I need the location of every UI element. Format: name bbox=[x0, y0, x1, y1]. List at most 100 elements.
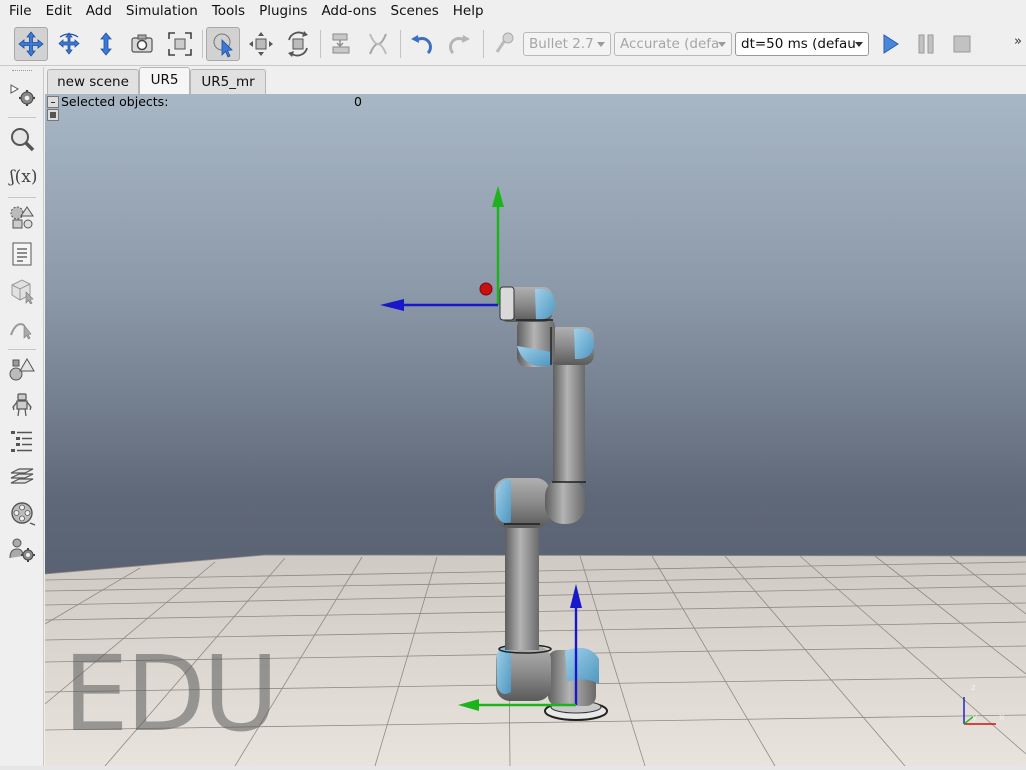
user-settings-icon bbox=[9, 538, 35, 562]
selected-objects-count: 0 bbox=[354, 94, 362, 109]
dynamics-toggle-icon bbox=[495, 32, 514, 53]
menu-simulation[interactable]: Simulation bbox=[119, 0, 205, 22]
physics-engine-value: Bullet 2.7 bbox=[529, 36, 594, 52]
camera-angle-button[interactable] bbox=[125, 27, 159, 61]
film-reel-icon bbox=[11, 502, 36, 526]
object-shift-button[interactable] bbox=[244, 27, 278, 61]
model-browser-button[interactable] bbox=[6, 123, 38, 155]
engine-accuracy-value: Accurate (defa bbox=[620, 36, 720, 52]
axis-z-label: z bbox=[971, 683, 976, 693]
tab-ur5-mr[interactable]: UR5_mr bbox=[190, 69, 266, 94]
timestep-value: dt=50 ms (defau bbox=[741, 36, 856, 52]
shapes-icon bbox=[10, 206, 34, 229]
assembly-button[interactable] bbox=[324, 27, 358, 61]
axis-y-label: y bbox=[972, 713, 978, 723]
undo-icon bbox=[411, 35, 432, 55]
layers-button[interactable] bbox=[6, 461, 38, 493]
edu-watermark: EDU bbox=[63, 633, 279, 755]
coppeliasim-window: { "menu": ["File", "Edit", "Add", "Simul… bbox=[0, 0, 1026, 770]
selection-button[interactable] bbox=[6, 353, 38, 385]
pause-simulation-icon bbox=[918, 34, 934, 54]
scene-hierarchy-button[interactable] bbox=[6, 201, 38, 233]
redo-icon bbox=[449, 35, 470, 55]
camera-angle-icon bbox=[131, 34, 153, 53]
tip-reference-frame bbox=[380, 186, 504, 311]
document-icon bbox=[12, 242, 32, 266]
menu-tools[interactable]: Tools bbox=[205, 0, 252, 22]
path-edit-icon bbox=[10, 323, 32, 340]
selected-objects-label: Selected objects: bbox=[61, 94, 169, 109]
ur5-robot[interactable] bbox=[494, 286, 608, 721]
chevron-down-icon bbox=[718, 42, 726, 47]
axis-x-label: x bbox=[999, 713, 1005, 723]
magnifier-icon bbox=[11, 128, 35, 152]
simulation-settings-button[interactable] bbox=[6, 79, 38, 111]
dynamics-toggle-button[interactable] bbox=[488, 27, 522, 61]
main-toolbar: Bullet 2.7 Accurate (defa dt=50 ms (defa… bbox=[0, 22, 1026, 66]
stop-simulation-button[interactable] bbox=[945, 27, 979, 61]
layers-icon bbox=[10, 468, 34, 484]
timestep-select[interactable]: dt=50 ms (defau bbox=[735, 32, 869, 56]
object-shift-icon bbox=[249, 32, 273, 56]
model-button[interactable] bbox=[6, 389, 38, 421]
fit-to-view-button[interactable] bbox=[163, 27, 197, 61]
engine-accuracy-select[interactable]: Accurate (defa bbox=[614, 32, 732, 56]
toggle-info-button[interactable] bbox=[47, 109, 59, 121]
simulation-settings-icon bbox=[10, 84, 35, 106]
click-select-button[interactable] bbox=[206, 27, 240, 61]
scene-tab-bar: new scene UR5 UR5_mr bbox=[45, 67, 1026, 94]
camera-rotate-icon bbox=[58, 32, 80, 55]
camera-rotate-button[interactable] bbox=[52, 27, 86, 61]
camera-shift-icon bbox=[100, 32, 112, 56]
undo-button[interactable] bbox=[405, 27, 439, 61]
chevron-down-icon bbox=[855, 42, 863, 47]
camera-shift-button[interactable] bbox=[89, 27, 123, 61]
tree-list-icon bbox=[11, 431, 32, 452]
camera-pan-button[interactable] bbox=[14, 27, 48, 61]
camera-pan-icon bbox=[18, 31, 44, 57]
toolbar-grip[interactable] bbox=[12, 70, 32, 72]
status-strip bbox=[0, 766, 1026, 770]
layers-list-button[interactable] bbox=[6, 425, 38, 457]
menu-add-ons[interactable]: Add-ons bbox=[314, 0, 383, 22]
tab-ur5[interactable]: UR5 bbox=[139, 67, 190, 94]
tab-label: UR5_mr bbox=[201, 74, 255, 90]
menu-add[interactable]: Add bbox=[79, 0, 119, 22]
menu-plugins[interactable]: Plugins bbox=[252, 0, 314, 22]
physics-engine-select[interactable]: Bullet 2.7 bbox=[523, 32, 611, 56]
tab-label: UR5 bbox=[150, 72, 179, 88]
transfer-dna-icon bbox=[369, 33, 387, 55]
menu-file[interactable]: File bbox=[2, 0, 39, 22]
tab-new-scene[interactable]: new scene bbox=[47, 69, 139, 94]
pause-simulation-button[interactable] bbox=[909, 27, 943, 61]
start-simulation-button[interactable] bbox=[873, 27, 907, 61]
start-simulation-icon bbox=[883, 34, 899, 54]
redo-button[interactable] bbox=[442, 27, 476, 61]
chevron-down-icon bbox=[597, 42, 605, 47]
function-icon: ʃ(x) bbox=[8, 167, 36, 187]
calc-modules-button[interactable]: ʃ(x) bbox=[6, 159, 38, 191]
menu-edit[interactable]: Edit bbox=[39, 0, 79, 22]
transfer-dna-button[interactable] bbox=[361, 27, 395, 61]
left-toolbar: ʃ(x) bbox=[0, 67, 44, 770]
collapse-info-button[interactable] bbox=[47, 96, 59, 108]
scene-viewport[interactable]: z y x Selected objects: 0 EDU bbox=[45, 94, 1026, 766]
path-edit-button[interactable] bbox=[6, 311, 38, 343]
assembly-icon bbox=[332, 33, 350, 54]
user-settings-button[interactable] bbox=[6, 534, 38, 566]
tab-label: new scene bbox=[57, 74, 129, 90]
shape-edit-button[interactable] bbox=[6, 274, 38, 306]
robot-icon bbox=[12, 393, 32, 417]
stop-simulation-icon bbox=[953, 35, 971, 53]
toolbar-overflow-button[interactable]: » bbox=[1014, 34, 1022, 49]
scripts-button[interactable] bbox=[6, 238, 38, 270]
cube-edit-icon bbox=[11, 279, 34, 304]
menu-help[interactable]: Help bbox=[446, 0, 491, 22]
svg-text:ʃ(x): ʃ(x) bbox=[8, 167, 36, 187]
click-select-icon bbox=[213, 33, 233, 58]
menu-scenes[interactable]: Scenes bbox=[384, 0, 446, 22]
menu-bar: File Edit Add Simulation Tools Plugins A… bbox=[0, 0, 1026, 22]
object-rotate-icon bbox=[288, 31, 308, 57]
object-rotate-button[interactable] bbox=[281, 27, 315, 61]
video-recorder-button[interactable] bbox=[6, 497, 38, 529]
